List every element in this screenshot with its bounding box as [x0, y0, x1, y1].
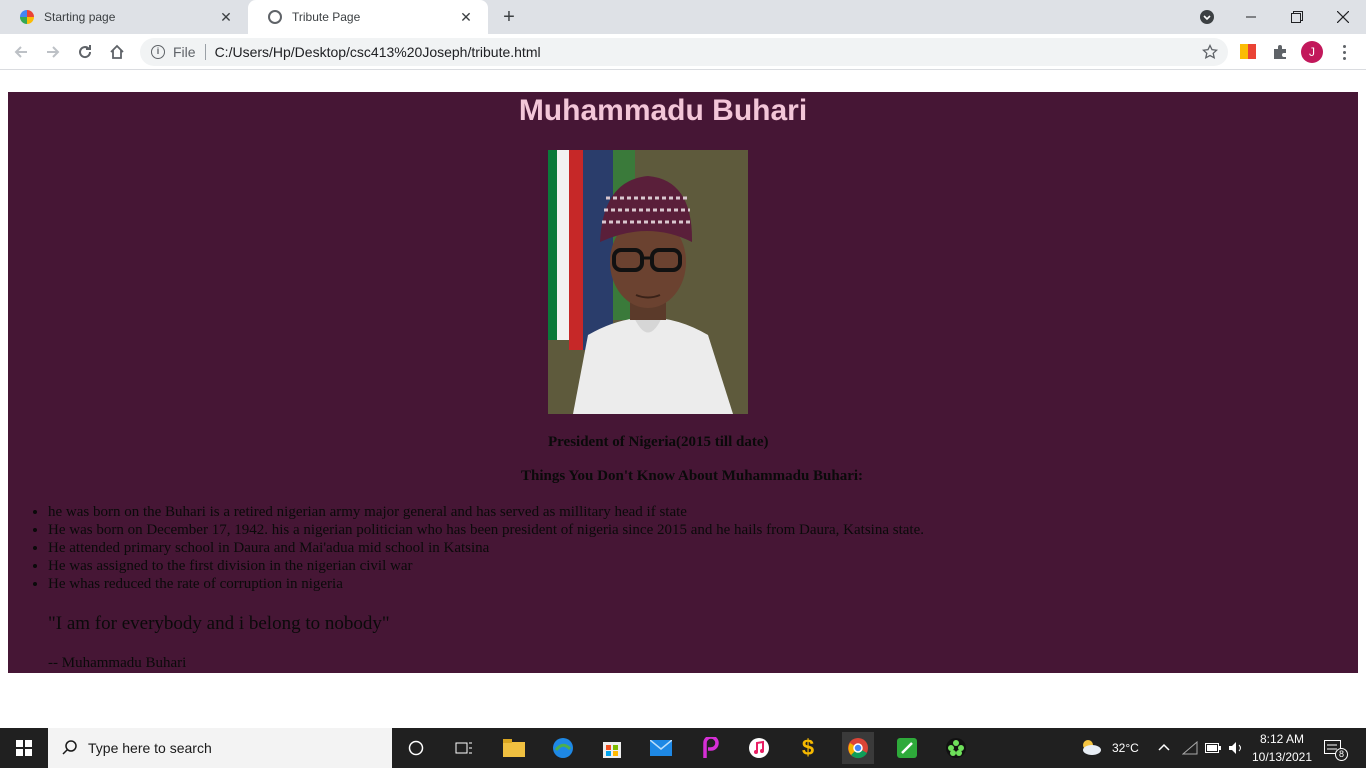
- scheme-label: File: [173, 44, 196, 60]
- search-icon: [62, 739, 78, 758]
- list-item: he was born on the Buhari is a retired n…: [48, 503, 924, 521]
- weather-temp: 32°C: [1112, 741, 1139, 755]
- flower-app-icon[interactable]: [940, 732, 972, 764]
- bookmark-extension-icon[interactable]: [1236, 40, 1260, 64]
- close-tab-icon[interactable]: ✕: [458, 9, 474, 25]
- clock-time: 8:12 AM: [1259, 732, 1305, 746]
- reload-icon[interactable]: [73, 40, 97, 64]
- tab-title: Starting page: [44, 10, 116, 24]
- itunes-icon[interactable]: [743, 732, 775, 764]
- tab-search-icon[interactable]: [1184, 0, 1230, 34]
- clock-date: 10/13/2021: [1251, 750, 1313, 764]
- close-window-icon[interactable]: [1320, 0, 1366, 34]
- opera-favicon-icon: [20, 10, 34, 24]
- quote-author: -- Muhammadu Buhari: [48, 655, 187, 671]
- quote-text: "I am for everybody and i belong to nobo…: [48, 613, 390, 634]
- edge-icon[interactable]: [547, 732, 579, 764]
- portrait-caption: President of Nigeria(2015 till date): [548, 434, 769, 450]
- file-explorer-icon[interactable]: [498, 732, 530, 764]
- facts-heading: Things You Don't Know About Muhammadu Bu…: [521, 468, 864, 484]
- task-view-icon[interactable]: [448, 732, 480, 764]
- url-text[interactable]: C:/Users/Hp/Desktop/csc413%20Joseph/trib…: [215, 44, 541, 60]
- forward-icon[interactable]: [41, 40, 65, 64]
- windows-start-icon[interactable]: [0, 728, 48, 768]
- home-icon[interactable]: [105, 40, 129, 64]
- minimize-icon[interactable]: [1228, 0, 1274, 34]
- volume-icon[interactable]: [1228, 728, 1244, 768]
- wifi-icon[interactable]: [1182, 728, 1198, 768]
- list-item: He attended primary school in Daura and …: [48, 539, 924, 557]
- battery-icon[interactable]: [1205, 728, 1221, 768]
- site-info-icon[interactable]: i: [151, 45, 165, 59]
- bookmark-star-icon[interactable]: [1201, 43, 1219, 60]
- list-item: He was assigned to the first division in…: [48, 557, 924, 575]
- notepad-icon[interactable]: [891, 732, 923, 764]
- page-title: Muhammadu Buhari: [518, 94, 808, 127]
- chevron-up-icon[interactable]: [1158, 728, 1170, 768]
- search-placeholder: Type here to search: [88, 740, 212, 756]
- notification-center-icon[interactable]: 8: [1324, 728, 1348, 768]
- tab-title: Tribute Page: [292, 10, 361, 24]
- taskbar-search-box[interactable]: Type here to search: [48, 728, 392, 768]
- address-divider: [204, 44, 206, 60]
- tribute-page-main: Muhammadu Buhari President of Nigeria(20…: [8, 92, 1358, 673]
- taskbar-clock[interactable]: 8:12 AM 10/13/2021: [1248, 730, 1316, 766]
- close-tab-icon[interactable]: ✕: [218, 9, 234, 25]
- facts-list: he was born on the Buhari is a retired n…: [48, 503, 924, 593]
- list-item: He was born on December 17, 1942. his a …: [48, 521, 924, 539]
- browser-menu-icon[interactable]: [1336, 40, 1352, 64]
- extensions-puzzle-icon[interactable]: [1268, 40, 1292, 64]
- microsoft-store-icon[interactable]: [596, 732, 628, 764]
- back-icon[interactable]: [9, 40, 33, 64]
- portrait-image: [548, 150, 748, 414]
- tab-tribute-page[interactable]: Tribute Page ✕: [248, 0, 488, 34]
- browser-toolbar: i File C:/Users/Hp/Desktop/csc413%20Jose…: [0, 34, 1366, 70]
- cortana-icon[interactable]: [400, 732, 432, 764]
- cloud-icon: [1080, 739, 1102, 758]
- picsart-icon[interactable]: [694, 732, 726, 764]
- profile-avatar[interactable]: J: [1301, 41, 1323, 63]
- tab-starting-page[interactable]: Starting page ✕: [0, 0, 248, 34]
- restore-icon[interactable]: [1274, 0, 1320, 34]
- notification-badge: 8: [1335, 748, 1348, 761]
- windows-taskbar: Type here to search $ 32°C 8:12 AM 10/13…: [0, 728, 1366, 768]
- list-item: He whas reduced the rate of corruption i…: [48, 575, 924, 593]
- money-app-icon[interactable]: $: [792, 732, 824, 764]
- chrome-icon[interactable]: [842, 732, 874, 764]
- tab-strip: Starting page ✕ Tribute Page ✕ +: [0, 0, 1366, 34]
- weather-widget[interactable]: 32°C: [1080, 728, 1139, 768]
- new-tab-button[interactable]: +: [498, 6, 520, 28]
- mail-icon[interactable]: [645, 732, 677, 764]
- address-bar[interactable]: i File C:/Users/Hp/Desktop/csc413%20Jose…: [140, 38, 1228, 66]
- globe-icon: [268, 10, 282, 24]
